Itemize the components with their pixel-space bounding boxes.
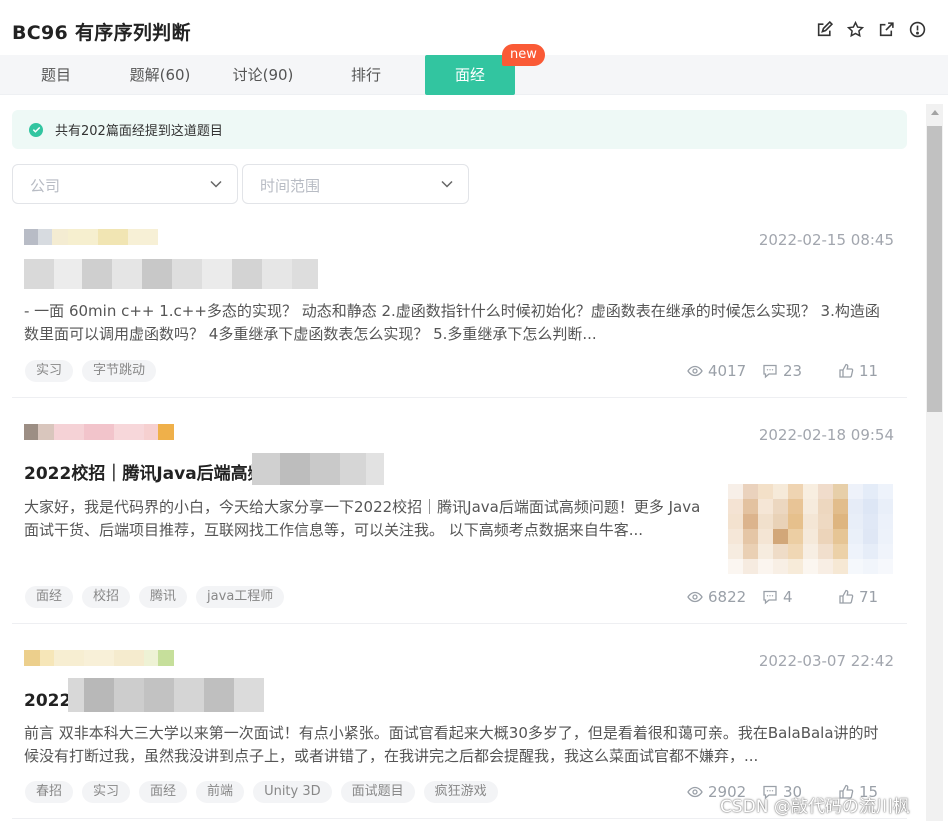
view-count: 6822: [687, 588, 746, 606]
post-title-obscured: [68, 678, 274, 712]
avatar: [24, 424, 174, 440]
chevron-down-icon: [210, 180, 222, 188]
tab-ranking[interactable]: 排行: [330, 55, 402, 95]
divider: [12, 818, 907, 819]
time-range-select[interactable]: 时间范围: [242, 164, 469, 204]
post-title-obscured: [24, 259, 338, 289]
tag[interactable]: Unity 3D: [253, 781, 332, 803]
page-header: BC96 有序序列判断: [0, 0, 948, 58]
post-date: 2022-02-18 09:54: [758, 426, 894, 444]
tag[interactable]: 校招: [82, 586, 131, 608]
comment-count[interactable]: 4: [762, 588, 793, 606]
eye-icon: [687, 591, 703, 603]
tag[interactable]: 腾讯: [139, 586, 188, 608]
tag[interactable]: 疯狂游戏: [423, 781, 498, 803]
external-link-icon[interactable]: [877, 20, 895, 38]
check-circle-icon: [29, 122, 43, 137]
divider: [12, 623, 907, 624]
avatar: [24, 650, 174, 666]
info-icon[interactable]: [908, 20, 926, 38]
post-date: 2022-03-07 22:42: [758, 652, 894, 670]
post-title-obscured: [252, 453, 384, 485]
chevron-down-icon: [441, 180, 453, 188]
tab-bar: 题目 题解(60) 讨论(90) 排行 面经: [0, 55, 948, 95]
time-range-select-placeholder: 时间范围: [260, 177, 321, 195]
tag[interactable]: java工程师: [196, 586, 285, 608]
watermark: CSDN @敲代码の流川枫: [720, 797, 910, 817]
tag[interactable]: 面经: [25, 586, 74, 608]
view-count: 4017: [687, 362, 746, 380]
view-count-value: 6822: [708, 588, 747, 606]
notice-banner: 共有202篇面经提到这道题目: [12, 110, 907, 149]
tab-problem[interactable]: 题目: [20, 55, 92, 95]
star-icon[interactable]: [846, 20, 864, 38]
tag[interactable]: 实习: [82, 781, 131, 803]
comment-icon: [763, 364, 777, 379]
comment-count-value: 23: [783, 362, 803, 380]
scrollbar-thumb[interactable]: [927, 126, 942, 412]
post-thumbnail: [728, 484, 893, 574]
post-excerpt: 前言 双非本科大三大学以来第一次面试！有点小紧张。面试官看起来大概30多岁了，但…: [24, 724, 879, 765]
tag[interactable]: 前端: [196, 781, 245, 803]
tag[interactable]: 字节跳动: [82, 360, 157, 382]
thumb-up-icon: [839, 363, 854, 378]
scroll-up-arrow-icon[interactable]: [931, 110, 939, 115]
notice-text: 共有202篇面经提到这道题目: [55, 124, 223, 139]
post-tags: 面经 校招 腾讯 java工程师: [25, 586, 285, 608]
comment-count[interactable]: 23: [762, 362, 802, 380]
like-count[interactable]: 11: [838, 362, 878, 380]
tab-discussion[interactable]: 讨论(90): [223, 55, 303, 95]
comment-count-value: 4: [783, 588, 793, 606]
divider: [12, 397, 907, 398]
post-title[interactable]: 2022校招｜腾讯Java后端高频: [24, 459, 265, 484]
new-badge: new: [502, 44, 545, 66]
tag[interactable]: 面经: [139, 781, 188, 803]
avatar: [24, 229, 158, 245]
like-count-value: 71: [859, 588, 879, 606]
page-title: BC96 有序序列判断: [12, 22, 191, 44]
tab-solutions[interactable]: 题解(60): [122, 55, 198, 95]
post-excerpt: 大家好，我是代码界的小白，今天给大家分享一下2022校招｜腾讯Java后端面试高…: [24, 498, 701, 539]
company-select[interactable]: 公司: [12, 164, 238, 204]
header-actions: [815, 20, 926, 38]
thumb-up-icon: [839, 589, 854, 604]
view-count-value: 4017: [708, 362, 747, 380]
eye-icon: [687, 365, 703, 377]
company-select-placeholder: 公司: [30, 177, 61, 195]
tag[interactable]: 面试题目: [340, 781, 415, 803]
tag[interactable]: 春招: [25, 781, 74, 803]
comment-icon: [763, 590, 777, 605]
post-date: 2022-02-15 08:45: [758, 231, 894, 249]
like-count-value: 11: [859, 362, 879, 380]
eye-icon: [687, 786, 703, 798]
like-count[interactable]: 71: [838, 588, 878, 606]
post-tags: 春招 实习 面经 前端 Unity 3D 面试题目 疯狂游戏: [25, 781, 498, 803]
post-tags: 实习 字节跳动: [25, 360, 157, 382]
tag[interactable]: 实习: [25, 360, 74, 382]
edit-icon[interactable]: [815, 20, 833, 38]
post-excerpt: - 一面 60min c++ 1.c++多态的实现？ 动态和静态 2.虚函数指针…: [24, 302, 880, 343]
